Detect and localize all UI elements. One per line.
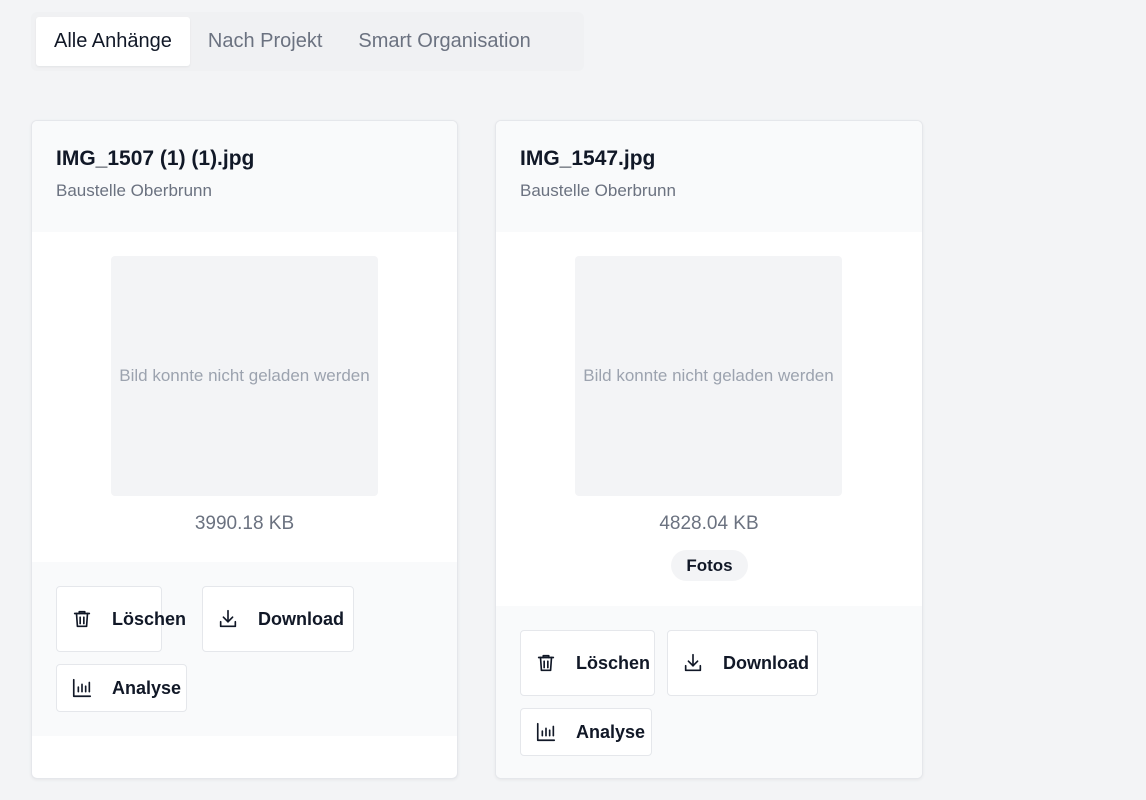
tab-alle-anhaenge[interactable]: Alle Anhänge [36,17,190,66]
delete-button-label: Löschen [576,652,651,673]
tab-smart-organisation[interactable]: Smart Organisation [340,17,548,66]
tab-nach-projekt[interactable]: Nach Projekt [190,17,341,66]
card-body: Bild konnte nicht geladen werden 3990.18… [32,232,457,562]
card-actions: Löschen Download Analyse [32,562,457,736]
image-placeholder[interactable]: Bild konnte nicht geladen werden [111,256,378,496]
file-size: 3990.18 KB [194,513,295,534]
attachment-filename: IMG_1547.jpg [520,147,656,170]
delete-button-label: Löschen [112,608,187,629]
trash-icon [71,608,93,630]
bar-chart-icon [71,677,93,699]
download-button-label: Download [723,652,809,673]
delete-button[interactable]: Löschen [520,630,655,696]
analyse-button[interactable]: Analyse [520,708,652,756]
image-placeholder[interactable]: Bild konnte nicht geladen werden [575,256,842,496]
card-header: IMG_1507 (1) (1).jpg Baustelle Oberbrunn [32,121,457,232]
trash-icon [535,652,557,674]
analyse-button-label: Analyse [576,721,646,742]
delete-button[interactable]: Löschen [56,586,186,652]
card-actions: Löschen Download Analyse [496,606,922,778]
file-size: 4828.04 KB [659,513,759,534]
download-button-label: Download [258,608,344,629]
attachment-card: IMG_1507 (1) (1).jpg Baustelle Oberbrunn… [31,120,458,779]
download-button[interactable]: Download [202,586,354,652]
download-button[interactable]: Download [667,630,818,696]
bar-chart-icon [535,721,557,743]
attachment-tabs: Alle Anhänge Nach Projekt Smart Organisa… [31,12,584,71]
attachment-project: Baustelle Oberbrunn [56,181,212,200]
card-header: IMG_1547.jpg Baustelle Oberbrunn [496,121,922,232]
analyse-button-label: Analyse [112,677,182,698]
category-badge: Fotos [671,550,748,581]
card-body: Bild konnte nicht geladen werden 4828.04… [496,232,922,606]
attachment-filename: IMG_1507 (1) (1).jpg [56,147,255,170]
attachment-project: Baustelle Oberbrunn [520,181,676,200]
download-icon [682,652,704,674]
download-icon [217,608,239,630]
analyse-button[interactable]: Analyse [56,664,187,712]
attachment-card: IMG_1547.jpg Baustelle Oberbrunn Bild ko… [495,120,923,779]
